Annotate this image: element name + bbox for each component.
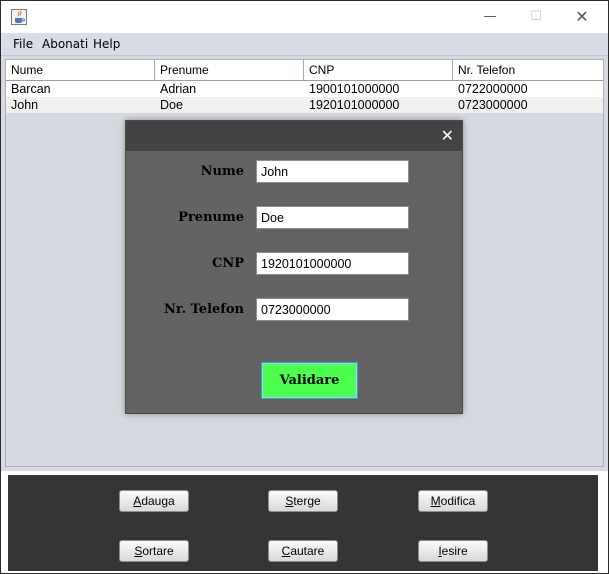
table-cell: 0723000000 [458, 98, 528, 112]
nume-input[interactable] [256, 160, 409, 183]
prenume-input[interactable] [256, 206, 409, 229]
table-cell: John [11, 98, 39, 112]
dialog-title-bar[interactable]: ✕ [126, 121, 462, 151]
sortare-button[interactable]: Sortare [119, 540, 189, 562]
column-header-nume[interactable]: Nume [6, 60, 155, 80]
telefon-input[interactable] [256, 298, 409, 321]
java-cup-icon [11, 9, 27, 25]
title-bar[interactable]: — ☐ ✕ [1, 1, 608, 33]
table-cell: 0722000000 [458, 82, 528, 96]
button-panel: Adauga Sterge Modifica Sortare Cautare I… [8, 475, 598, 571]
column-header-telefon[interactable]: Nr. Telefon [453, 60, 603, 80]
maximize-button[interactable]: ☐ [513, 1, 559, 33]
table-row[interactable]: Barcan Adrian 1900101000000 0722000000 [6, 81, 603, 97]
close-window-button[interactable]: ✕ [559, 1, 605, 33]
validare-button[interactable]: Validare [261, 362, 358, 399]
edit-subscriber-dialog: ✕ Nume Prenume CNP Nr. Telefon Validare [125, 120, 463, 414]
table-cell: 1920101000000 [309, 98, 400, 112]
cnp-input[interactable] [256, 252, 409, 275]
menu-abonati[interactable]: Abonati [42, 37, 88, 51]
table-cell: Doe [160, 98, 183, 112]
menu-file[interactable]: File [13, 37, 33, 51]
cautare-button[interactable]: Cautare [268, 540, 338, 562]
main-window: — ☐ ✕ File Abonati Help Nume Prenume CNP… [0, 0, 609, 574]
cnp-label: CNP [211, 256, 244, 271]
table-row[interactable]: John Doe 1920101000000 0723000000 [6, 97, 603, 113]
column-header-cnp[interactable]: CNP [304, 60, 453, 80]
menu-bar: File Abonati Help [1, 33, 608, 56]
telefon-label: Nr. Telefon [164, 302, 244, 317]
adauga-button[interactable]: Adauga [119, 490, 189, 512]
dialog-close-button[interactable]: ✕ [441, 126, 454, 146]
table-cell: Adrian [160, 82, 197, 96]
sterge-button[interactable]: Sterge [268, 490, 338, 512]
menu-help[interactable]: Help [93, 37, 120, 51]
table-cell: Barcan [11, 82, 51, 96]
minimize-button[interactable]: — [467, 1, 513, 33]
table-header: Nume Prenume CNP Nr. Telefon [6, 60, 603, 81]
table-cell: 1900101000000 [309, 82, 400, 96]
column-header-prenume[interactable]: Prenume [155, 60, 304, 80]
prenume-label: Prenume [178, 210, 244, 225]
modifica-button[interactable]: Modifica [418, 490, 488, 512]
iesire-button[interactable]: Iesire [418, 540, 488, 562]
nume-label: Nume [200, 164, 244, 179]
